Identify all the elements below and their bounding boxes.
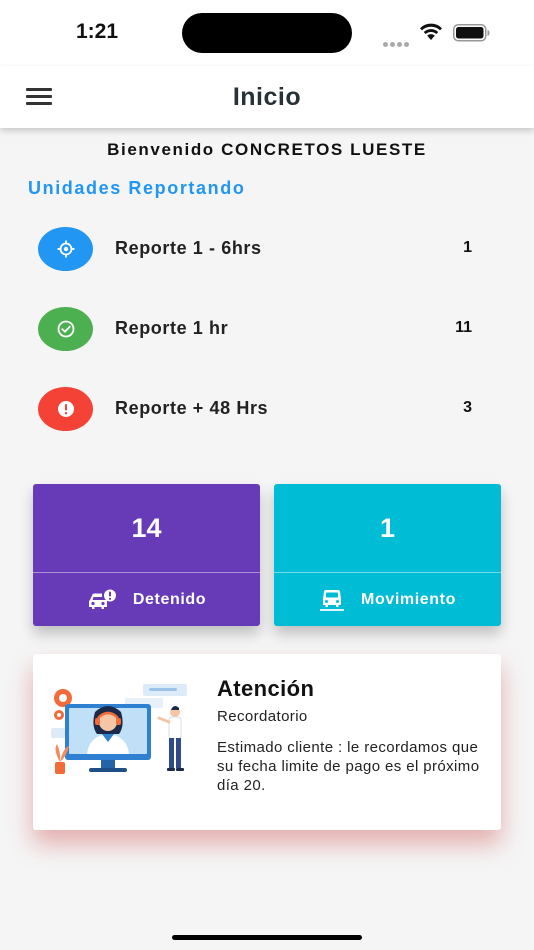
stat-label: Movimiento (361, 590, 456, 608)
report-label: Reporte 1 hr (115, 318, 229, 338)
section-title: Unidades Reportando (28, 178, 246, 198)
car-alert-icon (88, 589, 116, 609)
report-label: Reporte + 48 Hrs (115, 398, 269, 418)
alert-circle-icon (38, 387, 93, 431)
dynamic-island (182, 13, 352, 53)
notice-subtitle: Recordatorio (217, 708, 308, 725)
stat-card-detenido[interactable]: 14 Detenido (33, 484, 260, 626)
stat-value: 14 (131, 512, 162, 543)
stat-footer: Detenido (33, 573, 260, 626)
report-label: Reporte 1 - 6hrs (115, 238, 262, 258)
check-circle-icon (38, 307, 93, 351)
app-bar: Inicio (0, 66, 534, 128)
stat-value: 1 (379, 512, 396, 543)
stat-label: Detenido (132, 590, 207, 608)
report-row-1-6hrs[interactable]: Reporte 1 - 6hrs 1 (0, 225, 534, 273)
notice-title: Atención (217, 676, 315, 701)
welcome-text: Bienvenido CONCRETOS LUESTE (107, 140, 427, 159)
location-target-icon (38, 227, 93, 271)
notice-body: Estimado cliente : le recordamos que su … (217, 739, 480, 794)
stat-card-movimiento[interactable]: 1 Movimiento (274, 484, 501, 626)
report-row-48hrs[interactable]: Reporte + 48 Hrs 3 (0, 385, 534, 433)
report-row-1hr[interactable]: Reporte 1 hr 11 (0, 305, 534, 353)
car-moving-icon (320, 589, 345, 611)
notice-card[interactable]: Atención Recordatorio Estimado cliente :… (33, 654, 501, 830)
report-count: 3 (463, 399, 472, 416)
page-title: Inicio (232, 83, 302, 111)
status-bar: 1:21 (0, 0, 534, 66)
wifi-icon (420, 23, 442, 40)
stat-footer: Movimiento (274, 573, 501, 626)
customer-support-illustration (51, 684, 187, 774)
home-indicator[interactable] (172, 935, 362, 940)
report-count: 11 (455, 319, 472, 336)
status-time: 1:21 (76, 20, 119, 43)
battery-icon (453, 24, 490, 42)
report-count: 1 (463, 239, 472, 256)
signal-dots-icon (383, 34, 411, 52)
